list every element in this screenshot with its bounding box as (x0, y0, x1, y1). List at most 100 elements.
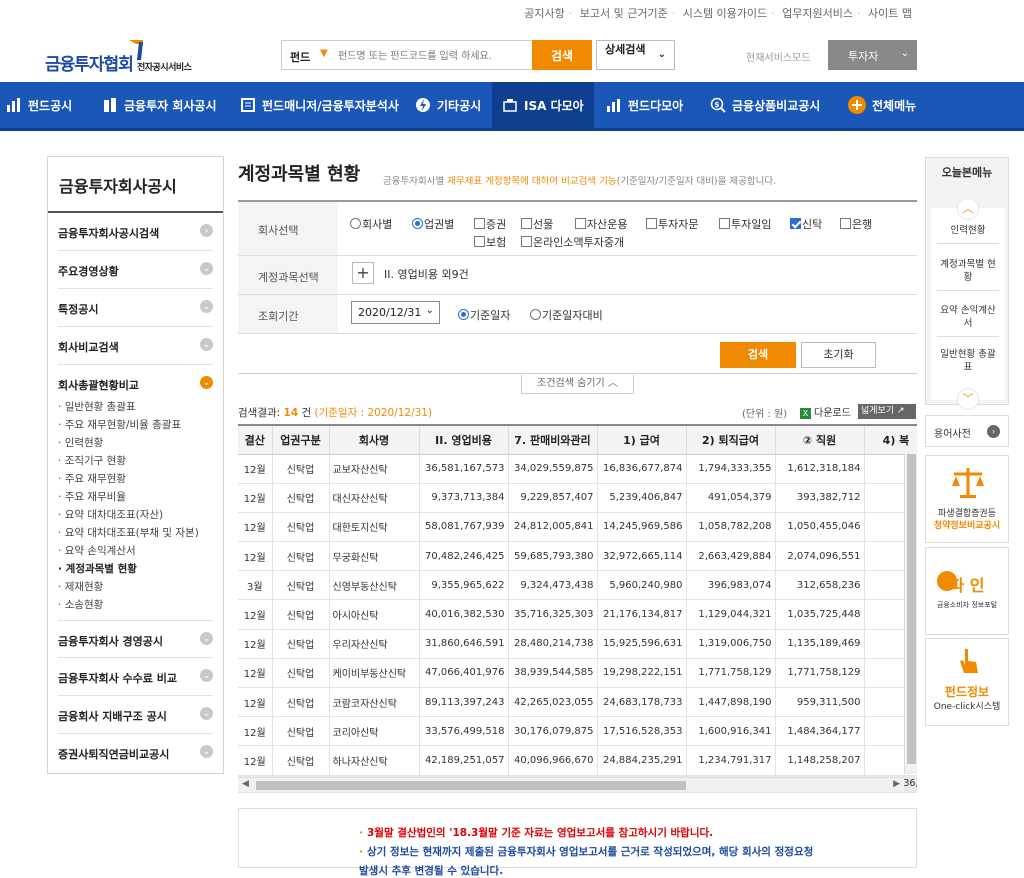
table-cell: 17,516,528,353 (597, 716, 687, 747)
notice-line: · 3월말 결산법인의 '18.3월말 기준 자료는 영업보고서를 참고하시기 바… (359, 827, 714, 839)
check-securities[interactable]: 증권 (474, 216, 506, 232)
sidebar-item-management[interactable]: 금융투자회사 경영공시 ⌄ (58, 620, 213, 658)
col-header[interactable]: 2) 퇴직급여 (686, 426, 776, 455)
detail-search-button[interactable]: 상세검색 ⌄ (596, 40, 675, 70)
sidebar-item-pension[interactable]: 증권사퇴직연금비교공시 ⌄ (58, 734, 213, 772)
sidebar-sub-item[interactable]: · 일반현황 총괄표 (58, 399, 136, 414)
col-header[interactable]: 7. 판매비와관리 (508, 426, 598, 455)
sidebar-item-fee-compare[interactable]: 금융투자회사 수수료 비교 ⌄ (58, 658, 213, 696)
check-asset-mgmt[interactable]: 자산운용 (575, 216, 627, 232)
nav-all-menu[interactable]: 전체메뉴 (848, 82, 916, 128)
recent-menu-item[interactable]: 인력현황 (937, 224, 999, 244)
col-header[interactable]: 결산 (238, 426, 273, 455)
sidebar-sub-item[interactable]: · 소송현황 (58, 597, 103, 612)
fund-info-banner[interactable]: 펀드정보 One-click시스템 (925, 638, 1009, 726)
horizontal-scrollbar[interactable]: ◀ ▶ (238, 777, 904, 792)
filter-reset-button[interactable]: 초기화 (801, 342, 876, 368)
radio-by-sector[interactable]: 업권별 (412, 216, 454, 232)
unit-label: (단위 : 원) (742, 409, 788, 420)
chevron-up-icon[interactable]: ︿ (957, 198, 979, 220)
period-label: 조회기간 (238, 295, 338, 334)
search-button[interactable]: 검색 (532, 40, 592, 70)
search-category-select[interactable]: 펀드 (290, 49, 310, 65)
table-cell: 하나자산신탁 (329, 745, 420, 776)
glossary-button[interactable]: 용어사전 › (925, 415, 1009, 447)
sidebar-sub-item[interactable]: · 요약 대차대조표(자산) (58, 507, 163, 522)
check-discretionary[interactable]: 투자일임 (719, 216, 771, 232)
arrow-right-icon[interactable]: ▶ (893, 779, 900, 789)
table-cell: 1,319,006,750 (686, 629, 776, 659)
date-select[interactable]: 2020/12/31 ⌄ (351, 301, 440, 324)
sidebar-item-compare[interactable]: 회사비교검색 ⌄ (58, 327, 213, 365)
nav-company[interactable]: 금융투자 회사공시 (102, 82, 217, 128)
hide-filter-toggle[interactable]: 조건검색 숨기기 ︿ (521, 375, 634, 394)
top-link-sitemap[interactable]: 사이트 맵 (868, 7, 912, 20)
sidebar-item-governance[interactable]: 금융회사 지배구조 공시 ⌄ (58, 696, 213, 734)
recent-menu-item[interactable]: 계정과목별 현황 (937, 258, 999, 291)
chevron-down-icon[interactable]: ﹀ (957, 388, 979, 410)
check-insurance[interactable]: 보험 (474, 234, 506, 250)
service-mode-select[interactable]: 투자자 ⌄ (828, 40, 917, 70)
col-header[interactable]: 업권구분 (272, 426, 330, 455)
sidebar-sub-item[interactable]: · 조직기구 현황 (58, 453, 126, 468)
recent-menu-item[interactable]: 일반현황 총괄표 (937, 348, 999, 380)
nav-isa[interactable]: ISA 다모아 (492, 82, 594, 128)
top-link-guide[interactable]: 시스템 이용가이드 (683, 7, 767, 20)
wide-view-button[interactable]: 넓게보기 ↗ (858, 404, 916, 419)
sidebar-item-overview[interactable]: 회사총괄현황비교 ⌄ (58, 365, 213, 403)
sidebar-sub-item[interactable]: · 주요 재무비율 (58, 489, 126, 504)
radio-base-date-compare[interactable]: 기준일자대비 (530, 307, 603, 323)
sidebar-sub-item-active[interactable]: · 계정과목별 현황 (58, 561, 137, 576)
radio-by-company[interactable]: 회사별 (350, 216, 392, 232)
col-header[interactable]: ② 직원 (775, 426, 865, 455)
add-account-button[interactable]: + (352, 262, 374, 284)
vertical-scrollbar[interactable] (904, 454, 917, 774)
sidebar-item-company-search[interactable]: 금융투자회사공시검색 › (58, 213, 213, 251)
check-crowdfunding[interactable]: 온라인소액투자중개 (521, 234, 624, 250)
table-cell: 1,612,318,184 (775, 454, 865, 484)
sidebar-item-special[interactable]: 특정공시 ⌄ (58, 289, 213, 327)
nav-fund-damoa[interactable]: 펀드다모아 (606, 82, 683, 128)
table-cell: 12월 (238, 483, 273, 513)
filter-search-button[interactable]: 검색 (720, 342, 796, 368)
table-cell: 2,663,429,884 (686, 541, 776, 572)
nav-fund-manager[interactable]: 펀드매니저/금융투자분석사 (240, 82, 399, 128)
derivative-banner[interactable]: 파생결합증권등 청약정보비교공시 (925, 455, 1009, 543)
sidebar-sub-item[interactable]: · 요약 손익계산서 (58, 543, 136, 558)
arrow-left-icon[interactable]: ◀ (242, 779, 249, 789)
check-trust[interactable]: 신탁 (790, 216, 822, 232)
account-selected-value: II. 영업비용 외9건 (384, 268, 469, 281)
check-bank[interactable]: 은행 (840, 216, 872, 232)
chevron-right-icon: › (200, 224, 213, 237)
nav-etc[interactable]: 기타공시 (415, 82, 481, 128)
col-header[interactable]: 회사명 (329, 426, 420, 455)
check-futures[interactable]: 선물 (521, 216, 553, 232)
site-logo[interactable]: 금융투자협회 전자공시서비스 (45, 38, 220, 75)
table-row: 12월 신탁업 대신자산신탁 9,373,713,384 9,229,857,407 5,… (238, 483, 917, 513)
nav-product-compare[interactable]: $ 금융상품비교공시 (710, 82, 820, 128)
top-link-notice[interactable]: 공지사항 (524, 7, 564, 20)
col-header[interactable]: 4) 복 (864, 426, 917, 455)
radio-base-date[interactable]: 기준일자 (458, 307, 510, 323)
nav-fund[interactable]: 펀드공시 (6, 82, 72, 128)
check-advisory[interactable]: 투자자문 (646, 216, 698, 232)
sidebar-sub-item[interactable]: · 인력현황 (58, 435, 103, 450)
sidebar-sub-item[interactable]: · 요약 대차대조표(부채 및 자본) (58, 525, 199, 540)
table-cell: 59,685,793,380 (508, 541, 598, 572)
scrollbar-thumb[interactable] (256, 781, 686, 790)
search-input[interactable] (338, 47, 528, 65)
sidebar-sub-item[interactable]: · 제재현황 (58, 579, 103, 594)
top-link-support[interactable]: 업무지원서비스 (782, 7, 853, 20)
col-header[interactable]: II. 영업비용 (419, 426, 509, 455)
chevron-down-icon: ⌄ (200, 338, 213, 351)
col-header[interactable]: 1) 급여 (597, 426, 687, 455)
sidebar-item-major-status[interactable]: 주요경영상황 ⌄ (58, 251, 213, 289)
sidebar-sub-item[interactable]: · 주요 재무현황 (58, 471, 126, 486)
table-cell: 신탁업 (272, 658, 330, 689)
fine-banner[interactable]: 파 인 금융소비자 정보포털 (925, 547, 1009, 635)
download-button[interactable]: X 다운로드 (800, 404, 851, 419)
top-link-report[interactable]: 보고서 및 근거기준 (580, 7, 668, 20)
scrollbar-thumb[interactable] (907, 454, 916, 764)
recent-menu-item[interactable]: 요약 손익계산서 (937, 304, 999, 337)
sidebar-sub-item[interactable]: · 주요 재무현황/비율 총괄표 (58, 417, 181, 432)
